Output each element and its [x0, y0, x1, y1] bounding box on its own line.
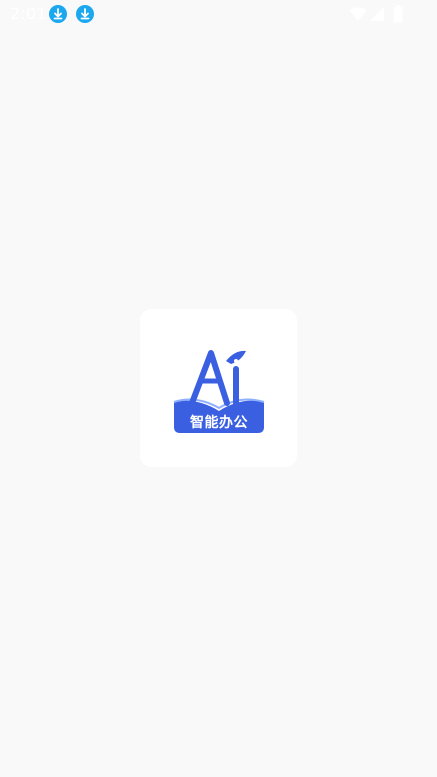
battery-icon	[393, 5, 403, 23]
status-bar: 2:01	[0, 0, 437, 30]
wifi-icon	[349, 7, 367, 21]
splash-screen: 2:01 智能办公	[0, 0, 437, 777]
ai-logo-icon	[173, 350, 265, 433]
download-icon	[76, 5, 94, 23]
logo-text: 智能办公	[190, 415, 248, 431]
app-logo: 智能办公	[140, 309, 297, 467]
download-icon	[49, 5, 67, 23]
signal-icon	[370, 7, 384, 21]
status-time: 2:01	[10, 4, 47, 23]
